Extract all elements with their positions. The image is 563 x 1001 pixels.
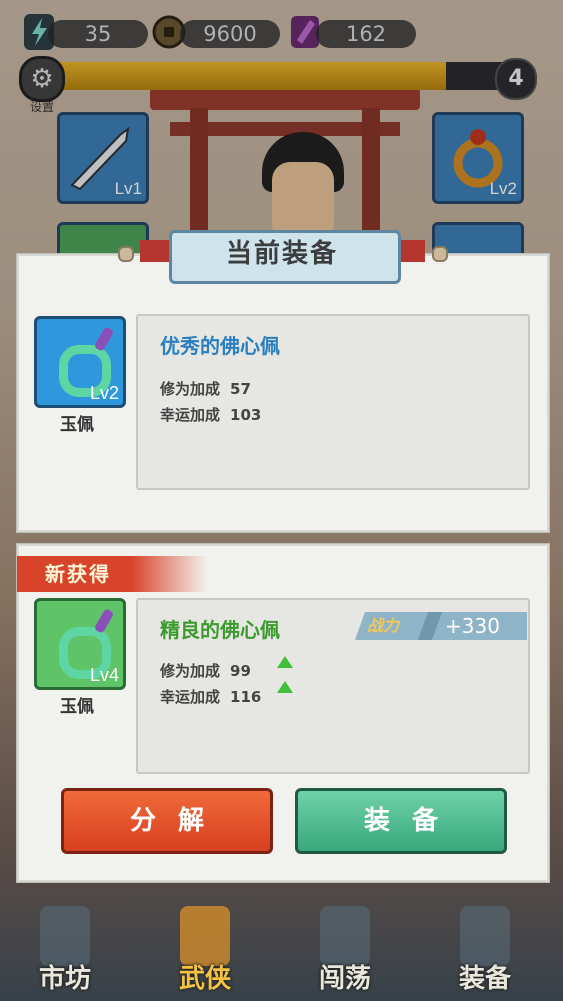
new-item-level: Lv4 [89,665,119,685]
decompose-button[interactable]: 分解 [61,788,273,854]
current-stat2-value: 103 [230,406,262,424]
nav-heroes-label: 武侠 [178,964,231,994]
nav-market-label: 市坊 [38,964,91,994]
nav-adventure-label: 闯荡 [318,964,371,994]
stat-increase-arrow-icon [277,656,293,668]
nav-market[interactable]: 市坊 [15,900,115,1001]
hero-icon [180,906,230,966]
combat-power-label: 战力 [367,616,400,635]
current-stat2-label: 幸运加成 [160,406,221,424]
current-stat-cultivation: 修为加成 57 [160,378,251,399]
stat-increase-arrow-icon [277,681,293,693]
new-stat2-value: 116 [230,688,262,706]
new-stat1-label: 修为加成 [160,662,221,680]
new-item-tag-label: 新获得 [45,562,111,586]
new-item-type: 玉佩 [60,697,94,717]
new-stat2-label: 幸运加成 [160,688,221,706]
current-stat1-label: 修为加成 [160,380,221,398]
scroll-knob-right [432,246,448,262]
new-stat-luck: 幸运加成 116 [160,686,261,707]
nav-equipment[interactable]: 装备 [435,900,535,1001]
scroll-knob-left [118,246,134,262]
new-item-name: 精良的佛心佩 [160,618,280,642]
new-item-icon[interactable]: Lv4 [34,598,126,690]
current-item-type: 玉佩 [60,415,94,435]
bottom-navigation: 市坊 武侠 闯荡 装备 [0,900,563,1001]
current-item-name: 优秀的佛心佩 [160,334,280,358]
current-equipment-title-banner: 当前装备 [157,226,407,284]
new-item-tag: 新获得 [17,556,207,592]
combat-power-badge: 战力 +330 [355,612,527,640]
nav-equipment-label: 装备 [458,964,511,994]
market-icon [40,906,90,966]
nav-adventure[interactable]: 闯荡 [295,900,395,1001]
current-stat-luck: 幸运加成 103 [160,404,261,425]
new-stat1-value: 99 [230,662,251,680]
crossed-swords-icon [320,906,370,966]
current-equipment-title: 当前装备 [225,239,338,269]
current-item-icon[interactable]: Lv2 [34,316,126,408]
new-stat-cultivation: 修为加成 99 [160,660,251,681]
current-stat1-value: 57 [230,380,251,398]
combat-power-value: +330 [445,614,500,638]
nav-heroes[interactable]: 武侠 [155,900,255,1001]
current-item-level: Lv2 [89,383,119,403]
equip-button[interactable]: 装备 [295,788,507,854]
armor-icon [460,906,510,966]
